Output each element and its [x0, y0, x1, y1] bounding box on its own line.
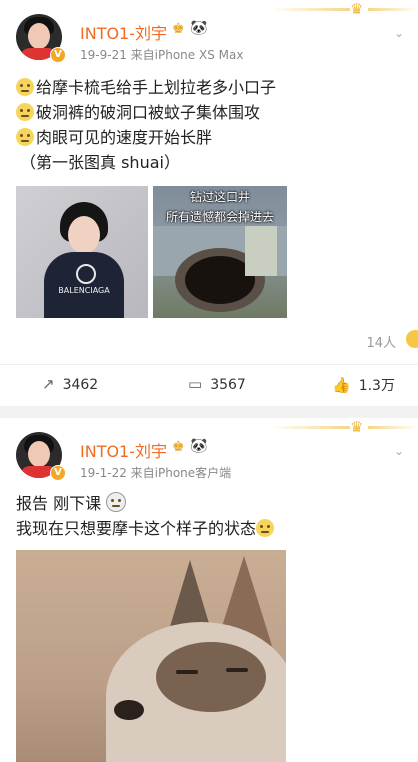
- post-text-line: （第一张图真 shuai）: [20, 153, 180, 172]
- chevron-down-icon[interactable]: ⌄: [394, 26, 404, 40]
- post-image-portrait[interactable]: BALENCIAGA: [16, 186, 148, 318]
- laugh-emoji-icon: [406, 330, 418, 348]
- post-text-line: 报告 刚下课: [16, 492, 128, 516]
- hoodie-text: BALENCIAGA: [58, 286, 110, 295]
- chevron-down-icon[interactable]: ⌄: [394, 444, 404, 458]
- decoration-line: [270, 426, 350, 429]
- decoration-line: [368, 426, 418, 429]
- post-text-line: 破洞裤的破洞口被蚊子集体围攻: [16, 101, 260, 125]
- shy-emoji-icon: [256, 519, 275, 537]
- dizzy-emoji-icon: [106, 492, 127, 512]
- post-card-1: ♛ V INTO1-刘宇 ♚ 🐼 19-9-21 来自iPhone XS Max…: [0, 0, 418, 406]
- panda-emoji-icon: 🐼: [190, 438, 208, 454]
- username[interactable]: INTO1-刘宇: [80, 438, 167, 462]
- vip-crown-icon: ♚: [172, 21, 185, 37]
- action-bar: ↗ 3462 ▭ 3567 👍 1.3万: [0, 364, 418, 406]
- comment-button[interactable]: ▭ 3567: [188, 375, 246, 393]
- awkward-smile-emoji-icon: [16, 128, 34, 146]
- repost-button[interactable]: ↗ 3462: [42, 375, 98, 393]
- meme-caption-line2: 所有遗憾都会掉进去: [165, 210, 274, 224]
- post-meta: 19-9-21 来自iPhone XS Max: [80, 48, 244, 62]
- like-button[interactable]: 👍 1.3万: [332, 375, 395, 395]
- crown-icon: ♛: [350, 418, 364, 436]
- post-image-meme[interactable]: 钻过这口井 所有遗憾都会掉进去: [153, 186, 287, 318]
- verified-badge-icon: V: [50, 47, 66, 63]
- awkward-smile-emoji-icon: [16, 78, 34, 96]
- username[interactable]: INTO1-刘宇: [80, 20, 167, 44]
- meme-caption-line1: 钻过这口井: [189, 190, 250, 204]
- vip-crown-icon: ♚: [172, 439, 185, 455]
- crown-icon: ♛: [350, 0, 364, 18]
- thumbs-up-icon: 👍: [332, 376, 351, 394]
- post-text-line: 我现在只想要摩卡这个样子的状态: [16, 517, 276, 541]
- post-meta: 19-1-22 来自iPhone客户端: [80, 466, 232, 480]
- post-image-dog[interactable]: [16, 550, 286, 762]
- reaction-count[interactable]: 14人: [366, 332, 396, 351]
- post-card-2: ♛ V INTO1-刘宇 ♚ 🐼 19-1-22 来自iPhone客户端 ⌄ 报…: [0, 418, 418, 762]
- post-text-line: 给摩卡梳毛给手上划拉老多小口子: [16, 76, 276, 100]
- awkward-smile-emoji-icon: [16, 103, 34, 121]
- repost-icon: ↗: [42, 375, 55, 393]
- decoration-line: [368, 8, 418, 11]
- panda-emoji-icon: 🐼: [190, 20, 208, 36]
- decoration-line: [270, 8, 350, 11]
- comment-icon: ▭: [188, 375, 203, 393]
- post-text-line: 肉眼可见的速度开始长胖: [16, 126, 212, 150]
- verified-badge-icon: V: [50, 465, 66, 481]
